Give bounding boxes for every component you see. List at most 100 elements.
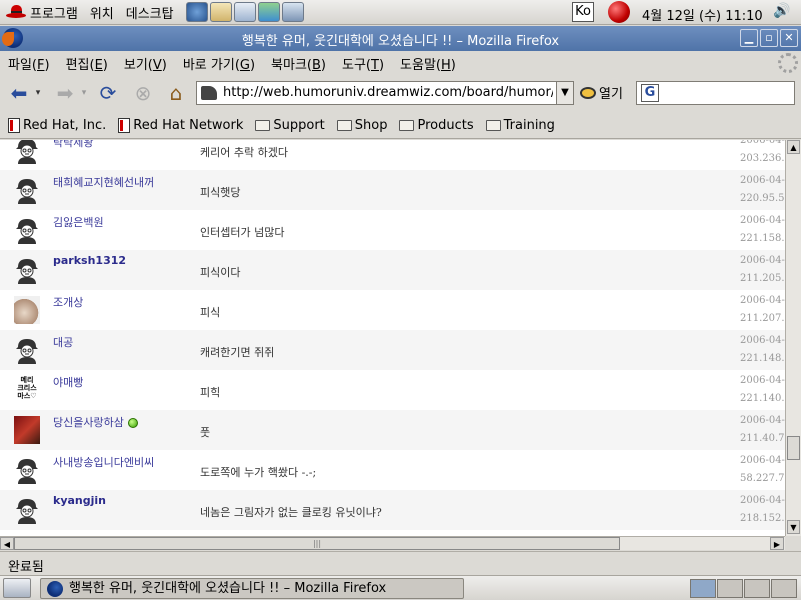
menu-file[interactable]: 파일(F) [0, 54, 58, 73]
status-text: 완료됨 [8, 560, 44, 575]
horizontal-scrollbar[interactable]: ◀ ||| ▶ [0, 536, 785, 550]
home-icon[interactable]: ⌂ [162, 79, 190, 107]
default-user-avatar-icon[interactable] [14, 140, 40, 164]
page-content: 탁탁제왕케리어 추락 하겠다 2006-04- 203.236.1 태희혜교지현혜선내… [0, 140, 785, 536]
comment-author[interactable]: 대공 [53, 334, 73, 350]
search-engine-icon[interactable]: G [641, 84, 659, 102]
vertical-scroll-thumb[interactable] [787, 436, 800, 460]
maximize-button[interactable]: ▫ [760, 29, 778, 47]
url-history-dropdown[interactable]: ▼ [556, 82, 573, 104]
forward-arrow-icon[interactable]: ➡ [52, 79, 78, 107]
url-field[interactable]: http://web.humoruniv.dreamwiz.com/board/… [196, 81, 574, 105]
forward-history-dropdown-icon[interactable]: ▾ [78, 79, 90, 107]
places-menu[interactable]: 위치 [84, 0, 120, 25]
stop-icon[interactable]: ⊗ [130, 79, 156, 107]
back-history-dropdown-icon[interactable]: ▾ [32, 79, 44, 107]
comment-author-name: parksh1312 [53, 254, 127, 267]
comment-ip: 218.152. [740, 513, 785, 524]
comment-text: 네놈은 그림자가 없는 클로킹 유닛이냐? [200, 506, 382, 519]
folder-icon [255, 119, 271, 131]
back-arrow-icon[interactable]: ⬅ [6, 79, 32, 107]
default-user-avatar-icon[interactable] [14, 456, 40, 484]
reload-icon[interactable]: ⟳ [94, 79, 122, 107]
bookmark-page-icon [8, 117, 20, 133]
menu-bookmarks[interactable]: 북마크(B) [263, 54, 334, 73]
desktop-menu[interactable]: 데스크탑 [120, 0, 180, 25]
christmas-text-avatar-icon[interactable]: 메리 크리스 마스♡ [14, 376, 40, 404]
firefox-icon [47, 581, 63, 597]
comment-author[interactable]: 사내방송입니다엔비씨 [53, 454, 154, 470]
folder-icon [485, 119, 501, 131]
comment-author[interactable]: 탁탁제왕 [53, 140, 93, 150]
default-user-avatar-icon[interactable] [14, 256, 40, 284]
horizontal-scroll-thumb[interactable]: ||| [14, 537, 620, 550]
shell-avatar-icon[interactable] [14, 296, 40, 324]
comment-author[interactable]: 태희혜교지현혜선내꺼 [53, 174, 154, 190]
workspace-1[interactable] [690, 579, 716, 598]
menu-go[interactable]: 바로 가기(G) [175, 54, 263, 73]
activity-throbber-icon [778, 53, 798, 73]
window-titlebar[interactable]: 행복한 유머, 웃긴대학에 오셨습니다 !! – Mozilla Firefox… [0, 26, 801, 51]
comment-ip: 211.207.1 [740, 313, 785, 324]
comment-author[interactable]: parksh1312 [53, 254, 126, 267]
comment-author[interactable]: 조개상 [53, 294, 83, 310]
comment-author[interactable]: kyangjin [53, 494, 106, 507]
taskbar-firefox-window[interactable]: 행복한 유머, 웃긴대학에 오셨습니다 !! – Mozilla Firefox [40, 578, 464, 599]
comment-text: 도로쪽에 누가 핵쐈다 -.-; [200, 466, 317, 479]
menu-view[interactable]: 보기(V) [116, 54, 175, 73]
default-user-avatar-icon[interactable] [14, 496, 40, 524]
photo-avatar-icon[interactable] [14, 416, 40, 444]
comment-ip: 220.95.56 [740, 193, 785, 204]
bookmark-folder-products[interactable]: Products [399, 118, 474, 133]
scroll-left-arrow-icon[interactable]: ◀ [0, 537, 14, 550]
status-bar: 완료됨 [0, 551, 801, 575]
panel-clock[interactable]: 4월 12일 (수) 11:10 [642, 5, 763, 24]
default-user-avatar-icon[interactable] [14, 216, 40, 244]
comment-author-name: kyangjin [53, 494, 106, 507]
workspace-2[interactable] [717, 579, 743, 598]
show-desktop-icon[interactable] [3, 578, 31, 598]
bookmark-red-hat-network[interactable]: Red Hat Network [118, 117, 243, 133]
comment-author-name: 당신을사랑하삼 [53, 416, 124, 429]
vertical-scrollbar[interactable]: ▲ ▼ [785, 140, 801, 536]
comment-row: 대공캐려한기면 쥐쥐 2006-04- 221.148.1 [0, 330, 785, 370]
menu-tools[interactable]: 도구(T) [334, 54, 392, 73]
folder-icon [399, 119, 415, 131]
comment-row: 탁탁제왕케리어 추락 하겠다 2006-04- 203.236.1 [0, 140, 785, 170]
comment-author[interactable]: 김잃은백원 [53, 214, 104, 230]
redhat-icon [6, 5, 26, 19]
writer-launcher-icon[interactable] [233, 2, 256, 22]
menu-edit[interactable]: 편집(E) [58, 54, 116, 73]
menu-help[interactable]: 도움말(H) [392, 54, 464, 73]
comment-row: 메리 크리스 마스♡ 야매빵피힉 2006-04- 221.140.2 [0, 370, 785, 410]
comment-author[interactable]: 야매빵 [53, 374, 83, 390]
applications-menu[interactable]: 프로그램 [0, 0, 84, 25]
close-button[interactable]: ✕ [780, 29, 798, 47]
bookmark-folder-support[interactable]: Support [255, 118, 325, 133]
email-launcher-icon[interactable] [209, 2, 232, 22]
scrollbar-corner [785, 536, 801, 550]
bookmark-folder-training[interactable]: Training [485, 117, 555, 133]
search-input[interactable]: G [636, 81, 795, 105]
workspace-3[interactable] [744, 579, 770, 598]
web-browser-launcher-icon[interactable] [185, 2, 208, 22]
site-favicon-icon [201, 86, 217, 100]
spreadsheet-launcher-icon[interactable] [281, 2, 304, 22]
bookmark-red-hat-inc[interactable]: Red Hat, Inc. [8, 117, 106, 133]
bookmark-label: Training [503, 117, 555, 133]
scroll-up-arrow-icon[interactable]: ▲ [787, 140, 800, 154]
bookmark-folder-shop[interactable]: Shop [336, 118, 387, 133]
volume-icon[interactable]: 🔊 [773, 3, 797, 22]
scroll-down-arrow-icon[interactable]: ▼ [787, 520, 800, 534]
minimize-button[interactable]: ▁ [740, 29, 758, 47]
comment-author[interactable]: 당신을사랑하삼 [53, 414, 138, 430]
default-user-avatar-icon[interactable] [14, 176, 40, 204]
comment-author-name: 김잃은백원 [53, 216, 104, 229]
default-user-avatar-icon[interactable] [14, 336, 40, 364]
go-button[interactable]: 열기 [580, 83, 623, 102]
update-notifier-icon[interactable] [608, 1, 630, 23]
input-method-indicator[interactable]: Ko [572, 2, 594, 22]
workspace-4[interactable] [771, 579, 797, 598]
scroll-right-arrow-icon[interactable]: ▶ [770, 537, 784, 550]
presentation-launcher-icon[interactable] [257, 2, 280, 22]
